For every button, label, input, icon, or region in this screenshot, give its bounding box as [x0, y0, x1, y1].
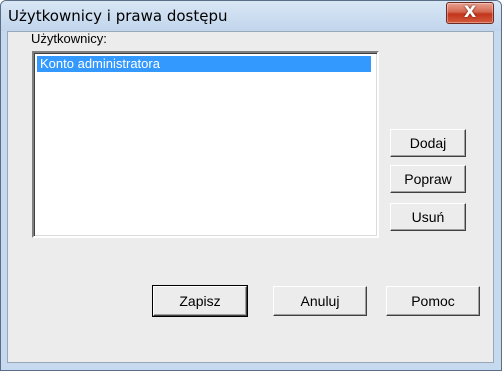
- window-title: Użytkownicy i prawa dostępu: [8, 7, 228, 25]
- help-button[interactable]: Pomoc: [386, 286, 480, 316]
- cancel-button[interactable]: Anuluj: [273, 286, 367, 316]
- users-listbox[interactable]: Konto administratora: [32, 51, 379, 238]
- close-icon: X: [463, 2, 477, 21]
- edit-button[interactable]: Popraw: [390, 165, 466, 193]
- list-item[interactable]: Konto administratora: [37, 56, 371, 72]
- users-label: Użytkownicy:: [31, 31, 107, 46]
- save-button[interactable]: Zapisz: [152, 285, 248, 317]
- delete-button[interactable]: Usuń: [390, 203, 466, 231]
- add-button[interactable]: Dodaj: [390, 129, 466, 157]
- title-bar[interactable]: Użytkownicy i prawa dostępu X: [1, 1, 501, 31]
- close-button[interactable]: X: [446, 2, 494, 24]
